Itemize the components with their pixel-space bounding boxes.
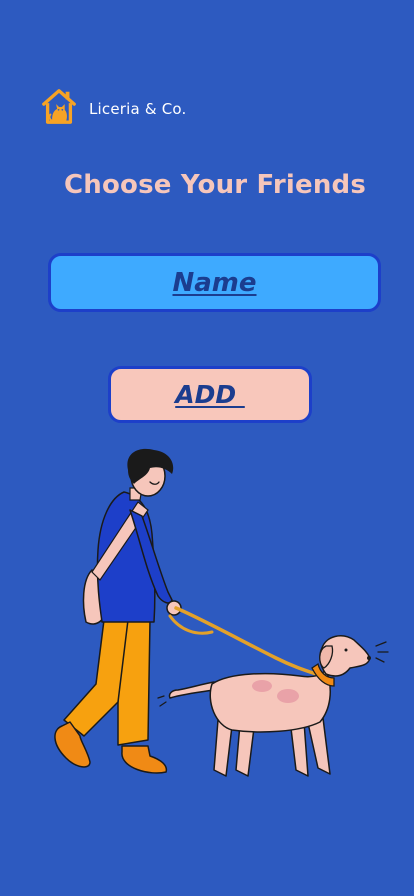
brand: Liceria & Co. (40, 86, 187, 126)
add-button[interactable]: ADD (108, 366, 312, 423)
dog-leash (174, 606, 318, 676)
dog-body (209, 669, 332, 733)
dog-tail (168, 681, 215, 699)
add-button-label: ADD (175, 380, 245, 409)
name-input[interactable]: Name (48, 253, 381, 312)
person-walking-dog-illustration (54, 448, 389, 777)
brand-name: Liceria & Co. (89, 100, 187, 118)
person-back-shoe (121, 745, 168, 774)
house-with-cat-icon (42, 89, 76, 124)
page-title: Choose Your Friends (63, 170, 367, 200)
name-input-value: Name (172, 267, 257, 298)
